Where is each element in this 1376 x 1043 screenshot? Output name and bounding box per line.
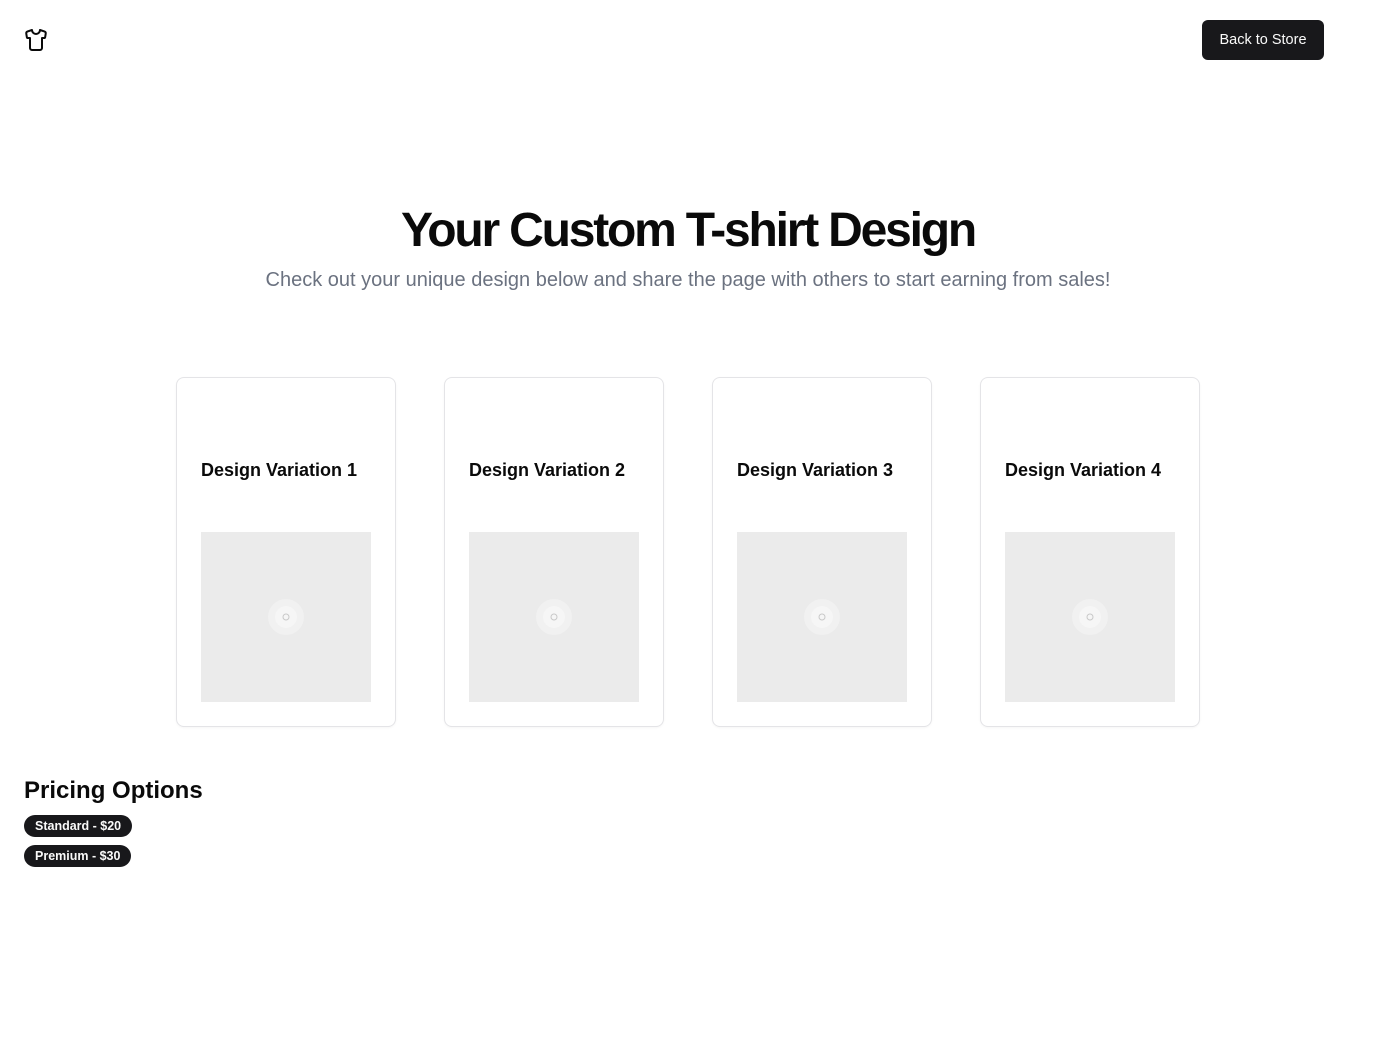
pricing-badge-standard: Standard - $20 bbox=[24, 815, 133, 837]
pricing-badge-premium: Premium - $30 bbox=[24, 845, 132, 867]
design-image-placeholder bbox=[469, 532, 639, 702]
loading-spinner-icon bbox=[267, 598, 305, 636]
design-card-title: Design Variation 4 bbox=[1005, 460, 1162, 480]
design-card-title: Design Variation 2 bbox=[469, 460, 626, 480]
loading-spinner-icon bbox=[535, 598, 573, 636]
tshirt-icon[interactable] bbox=[24, 28, 48, 52]
loading-spinner-icon bbox=[1071, 598, 1109, 636]
design-card: Design Variation 1 bbox=[176, 377, 396, 727]
design-card: Design Variation 2 bbox=[444, 377, 664, 727]
page-subtitle: Check out your unique design below and s… bbox=[265, 269, 1111, 291]
design-card: Design Variation 3 bbox=[712, 377, 932, 727]
design-card: Design Variation 4 bbox=[980, 377, 1200, 727]
design-grid: Design Variation 1 Design Variation 2 De… bbox=[176, 377, 1200, 727]
back-to-store-button[interactable]: Back to Store bbox=[1202, 20, 1324, 60]
design-image-placeholder bbox=[1005, 532, 1175, 702]
design-card-title: Design Variation 3 bbox=[737, 460, 894, 480]
pricing-title: Pricing Options bbox=[24, 777, 203, 804]
design-image-placeholder bbox=[737, 532, 907, 702]
design-image-placeholder bbox=[201, 532, 371, 702]
loading-spinner-icon bbox=[803, 598, 841, 636]
page: Back to Store Your Custom T-shirt Design… bbox=[0, 0, 1376, 1043]
page-title: Your Custom T-shirt Design bbox=[401, 204, 977, 257]
design-card-title: Design Variation 1 bbox=[201, 460, 358, 480]
